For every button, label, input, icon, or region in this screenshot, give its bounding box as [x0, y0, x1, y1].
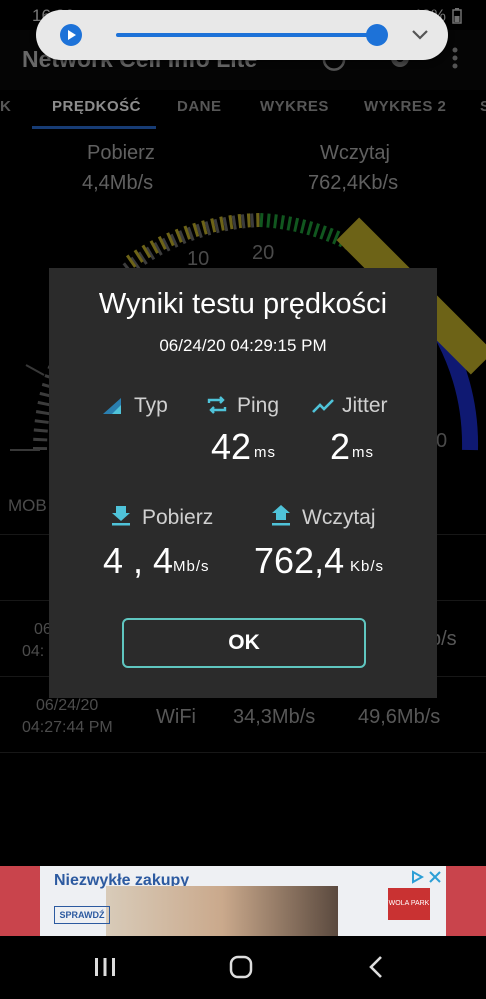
- ad-cta-button[interactable]: SPRAWDŹ: [54, 906, 110, 924]
- type-label: Typ: [134, 394, 168, 417]
- repeat-icon: [207, 396, 227, 414]
- volume-slider-thumb[interactable]: [366, 24, 388, 46]
- upload-value: 762,4: [254, 540, 345, 581]
- download-label: Pobierz: [142, 506, 214, 529]
- jitter-label: Jitter: [342, 394, 388, 417]
- volume-slider[interactable]: [116, 33, 378, 37]
- jitter-unit: ms: [352, 444, 374, 461]
- ping-label: Ping: [237, 394, 280, 417]
- download-unit: Mb/s: [173, 558, 210, 575]
- volume-panel: [36, 10, 448, 60]
- speed-test-results-dialog: Wyniki testu prędkości 06/24/20 04:29:15…: [49, 268, 437, 698]
- download-value: 4 , 4: [103, 540, 174, 581]
- ok-button[interactable]: OK: [122, 618, 366, 668]
- upload-label: Wczytaj: [302, 506, 376, 529]
- home-icon[interactable]: [228, 954, 254, 980]
- ad-logo: WOLA PARK: [388, 888, 430, 920]
- dialog-title: Wyniki testu prędkości: [98, 288, 388, 320]
- adchoices-icon[interactable]: [410, 870, 424, 884]
- recent-apps-icon[interactable]: [93, 956, 117, 978]
- close-icon[interactable]: [428, 870, 442, 884]
- download-icon: [112, 506, 130, 526]
- system-nav-bar: [0, 936, 486, 999]
- ad-content[interactable]: Niezwykłe zakupy SPRAWDŹ WOLA PARK: [40, 866, 446, 936]
- upload-unit: Kb/s: [350, 558, 385, 575]
- ping-value: 42: [211, 426, 252, 467]
- back-icon[interactable]: [366, 954, 386, 980]
- jitter-value: 2: [330, 426, 351, 467]
- ad-banner[interactable]: Niezwykłe zakupy SPRAWDŹ WOLA PARK: [0, 866, 486, 936]
- trending-icon: [312, 399, 334, 413]
- ping-unit: ms: [254, 444, 276, 461]
- media-play-icon[interactable]: [60, 24, 82, 46]
- ad-image: [106, 886, 338, 936]
- chevron-down-icon[interactable]: [410, 26, 430, 44]
- upload-icon: [272, 505, 290, 526]
- signal-icon: [103, 398, 121, 414]
- dialog-datetime: 06/24/20 04:29:15 PM: [159, 336, 327, 355]
